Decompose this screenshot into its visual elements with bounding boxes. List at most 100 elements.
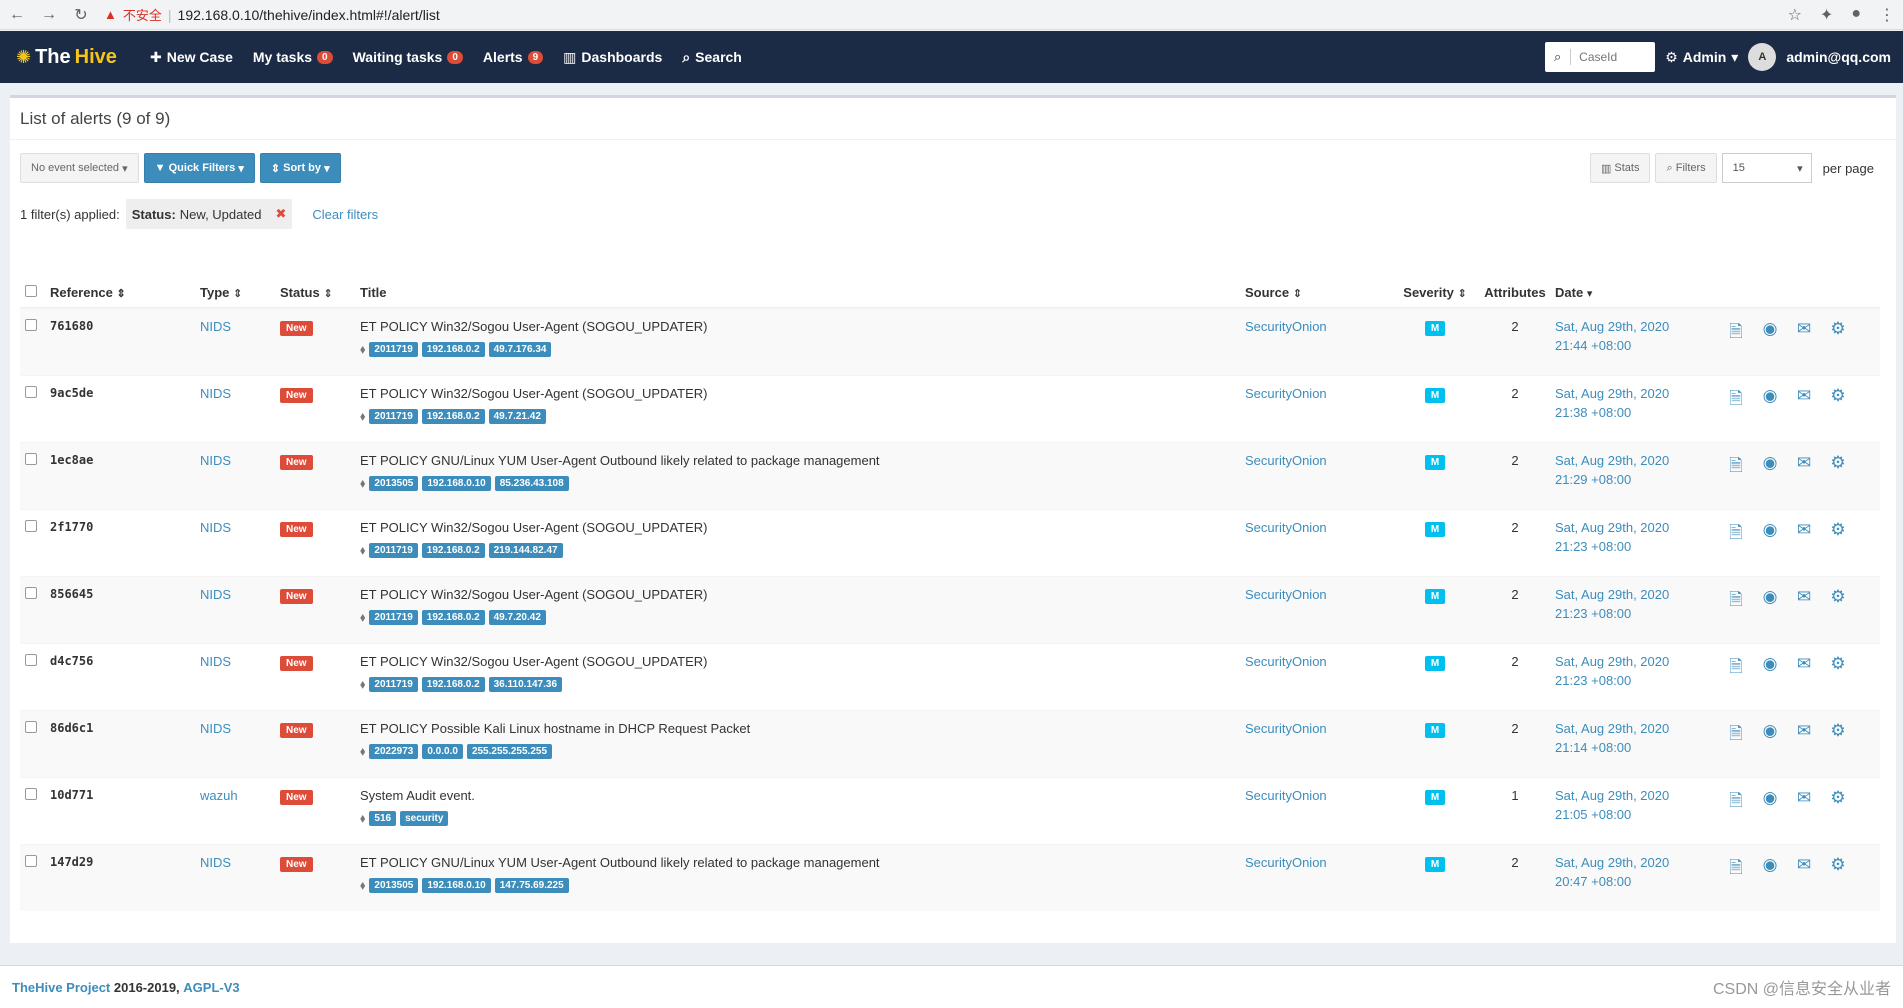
reload-icon[interactable]: ↻ [72,5,90,25]
url-text[interactable]: 192.168.0.10/thehive/index.html#!/alert/… [178,7,440,23]
col-source[interactable]: Source ⇕ [1245,285,1395,300]
alert-date[interactable]: Sat, Aug 29th, 2020 21:23 +08:00 [1555,520,1720,554]
alert-tag[interactable]: 2011719 [369,677,418,692]
gear-icon[interactable]: ⚙ [1828,654,1848,683]
row-checkbox[interactable] [25,587,37,599]
profile-icon[interactable]: ● [1851,5,1861,25]
user-email[interactable]: admin@qq.com [1786,49,1891,65]
alert-source[interactable]: SecurityOnion [1245,587,1395,602]
alert-tag[interactable]: 0.0.0.0 [422,744,463,759]
extension-icon[interactable]: ✦ [1820,5,1833,25]
select-all-checkbox[interactable] [25,285,37,297]
eye-icon[interactable]: ◉ [1760,587,1780,616]
alerts-button[interactable]: Alerts 9 [473,49,553,65]
alert-date[interactable]: Sat, Aug 29th, 2020 21:05 +08:00 [1555,788,1720,822]
star-icon[interactable]: ☆ [1788,5,1802,25]
envelope-icon[interactable]: ✉ [1794,788,1814,817]
stats-button[interactable]: ▥ Stats [1589,153,1651,183]
alert-type[interactable]: wazuh [200,788,280,803]
waiting-tasks-button[interactable]: Waiting tasks 0 [343,49,473,65]
eye-icon[interactable]: ◉ [1760,520,1780,549]
alert-source[interactable]: SecurityOnion [1245,721,1395,736]
alert-title[interactable]: ET POLICY Win32/Sogou User-Agent (SOGOU_… [360,654,1245,669]
eye-icon[interactable]: ◉ [1760,721,1780,750]
envelope-icon[interactable]: ✉ [1794,855,1814,884]
alert-title[interactable]: ET POLICY GNU/Linux YUM User-Agent Outbo… [360,855,1245,870]
alert-type[interactable]: NIDS [200,721,280,736]
eye-icon[interactable]: ◉ [1760,654,1780,683]
envelope-icon[interactable]: ✉ [1794,721,1814,750]
alert-type[interactable]: NIDS [200,587,280,602]
document-icon[interactable]: 🗎 [1726,453,1746,482]
alert-source[interactable]: SecurityOnion [1245,855,1395,870]
gear-icon[interactable]: ⚙ [1828,788,1848,817]
gear-icon[interactable]: ⚙ [1828,855,1848,884]
row-checkbox[interactable] [25,453,37,465]
alert-tag[interactable]: 2013505 [369,476,419,491]
no-event-selected-button[interactable]: No event selected ▾ [20,153,139,183]
eye-icon[interactable]: ◉ [1760,386,1780,415]
alert-tag[interactable]: security [400,811,449,826]
alert-tag[interactable]: 255.255.255.255 [466,744,553,759]
table-row[interactable]: 10d771 wazuh New System Audit event. ⬧ 51… [20,777,1880,844]
address-bar[interactable]: ▲ 不安全 | 192.168.0.10/thehive/index.html#… [104,5,440,24]
envelope-icon[interactable]: ✉ [1794,453,1814,482]
table-row[interactable]: 147d29 NIDS New ET POLICY GNU/Linux YUM … [20,844,1880,911]
table-row[interactable]: 1ec8ae NIDS New ET POLICY GNU/Linux YUM … [20,442,1880,509]
table-row[interactable]: 9ac5de NIDS New ET POLICY Win32/Sogou Us… [20,375,1880,442]
my-tasks-button[interactable]: My tasks 0 [243,49,343,65]
alert-source[interactable]: SecurityOnion [1245,654,1395,669]
alert-date[interactable]: Sat, Aug 29th, 2020 21:14 +08:00 [1555,721,1720,755]
gear-icon[interactable]: ⚙ [1828,386,1848,415]
alert-title[interactable]: ET POLICY Possible Kali Linux hostname i… [360,721,1245,736]
dashboards-button[interactable]: ▥ Dashboards [553,49,672,66]
envelope-icon[interactable]: ✉ [1794,587,1814,616]
alert-date[interactable]: Sat, Aug 29th, 2020 21:23 +08:00 [1555,587,1720,621]
alert-date[interactable]: Sat, Aug 29th, 2020 21:44 +08:00 [1555,319,1720,353]
alert-tag[interactable]: 2011719 [369,409,418,424]
alert-title[interactable]: ET POLICY Win32/Sogou User-Agent (SOGOU_… [360,520,1245,535]
clear-filters-link[interactable]: Clear filters [312,207,378,222]
eye-icon[interactable]: ◉ [1760,855,1780,884]
row-checkbox[interactable] [25,319,37,331]
page-size-select[interactable]: 15 ▾ [1721,153,1812,183]
alert-tag[interactable]: 49.7.176.34 [488,342,552,357]
alert-title[interactable]: ET POLICY Win32/Sogou User-Agent (SOGOU_… [360,319,1245,334]
caseid-input[interactable] [1571,50,1656,64]
alert-date[interactable]: Sat, Aug 29th, 2020 21:23 +08:00 [1555,654,1720,688]
alert-date[interactable]: Sat, Aug 29th, 2020 21:38 +08:00 [1555,386,1720,420]
table-row[interactable]: 2f1770 NIDS New ET POLICY Win32/Sogou Us… [20,509,1880,576]
menu-icon[interactable]: ⋮ [1879,5,1895,25]
alert-title[interactable]: System Audit event. [360,788,1245,803]
row-checkbox[interactable] [25,855,37,867]
alert-date[interactable]: Sat, Aug 29th, 2020 21:29 +08:00 [1555,453,1720,487]
alert-tag[interactable]: 192.168.0.2 [421,610,485,625]
new-case-button[interactable]: ✚ New Case [140,49,243,66]
document-icon[interactable]: 🗎 [1726,319,1746,348]
document-icon[interactable]: 🗎 [1726,587,1746,616]
eye-icon[interactable]: ◉ [1760,319,1780,348]
gear-icon[interactable]: ⚙ [1828,721,1848,750]
row-checkbox[interactable] [25,788,37,800]
alert-tag[interactable]: 2011719 [369,543,418,558]
col-date[interactable]: Date ▾ [1555,285,1720,300]
app-logo[interactable]: ✺ The Hive [0,46,140,69]
admin-menu[interactable]: ⚙ Admin ▾ [1665,49,1738,66]
remove-filter-icon[interactable]: ✖ [275,206,286,222]
search-button[interactable]: ⌕ Search [672,49,752,66]
envelope-icon[interactable]: ✉ [1794,654,1814,683]
avatar[interactable]: A [1748,43,1777,71]
alert-tag[interactable]: 192.168.0.2 [421,677,485,692]
alert-tag[interactable]: 2022973 [369,744,419,759]
alert-tag[interactable]: 2011719 [369,610,418,625]
gear-icon[interactable]: ⚙ [1828,319,1848,348]
row-checkbox[interactable] [25,520,37,532]
eye-icon[interactable]: ◉ [1760,453,1780,482]
alert-title[interactable]: ET POLICY Win32/Sogou User-Agent (SOGOU_… [360,386,1245,401]
table-row[interactable]: 761680 NIDS New ET POLICY Win32/Sogou Us… [20,308,1880,375]
alert-tag[interactable]: 192.168.0.10 [422,476,491,491]
alert-tag[interactable]: 192.168.0.2 [421,543,485,558]
alert-tag[interactable]: 192.168.0.2 [421,342,485,357]
document-icon[interactable]: 🗎 [1726,654,1746,683]
alert-tag[interactable]: 147.75.69.225 [494,878,569,893]
